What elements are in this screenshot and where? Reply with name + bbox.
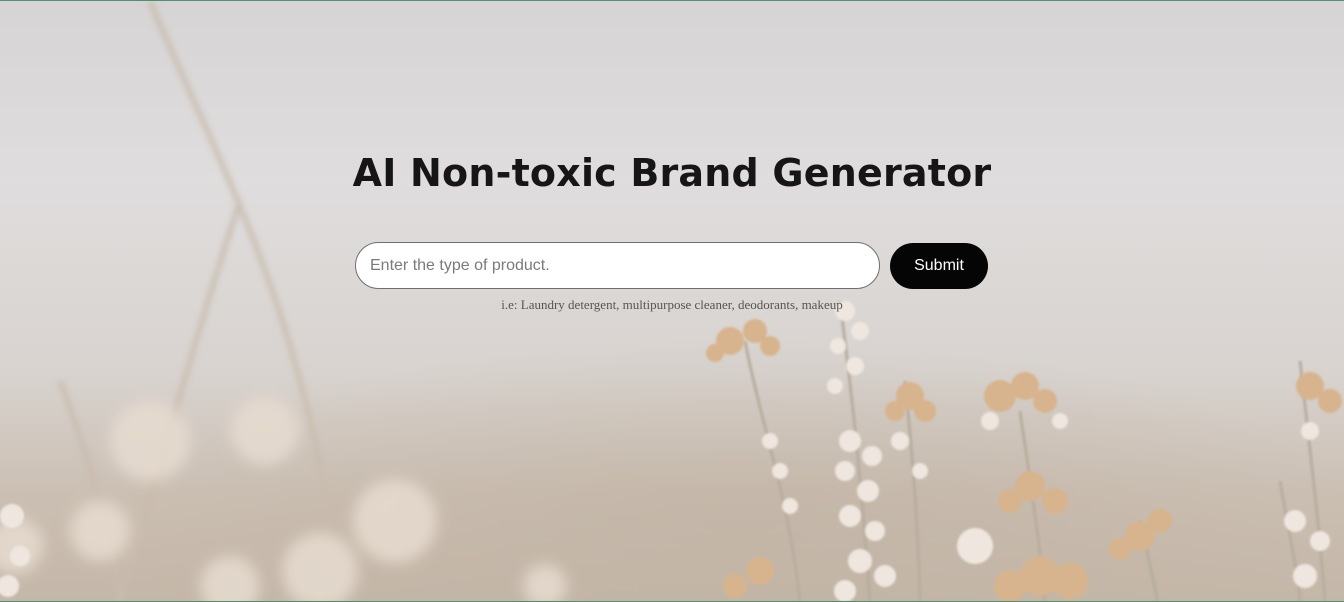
page-title: AI Non-toxic Brand Generator — [352, 151, 992, 195]
page: AI Non-toxic Brand Generator Submit i.e:… — [0, 0, 1344, 602]
input-hint: i.e: Laundry detergent, multipurpose cle… — [501, 297, 843, 312]
product-type-input[interactable] — [355, 242, 880, 289]
main-content: AI Non-toxic Brand Generator Submit i.e:… — [0, 1, 1344, 601]
submit-button[interactable]: Submit — [890, 243, 988, 289]
